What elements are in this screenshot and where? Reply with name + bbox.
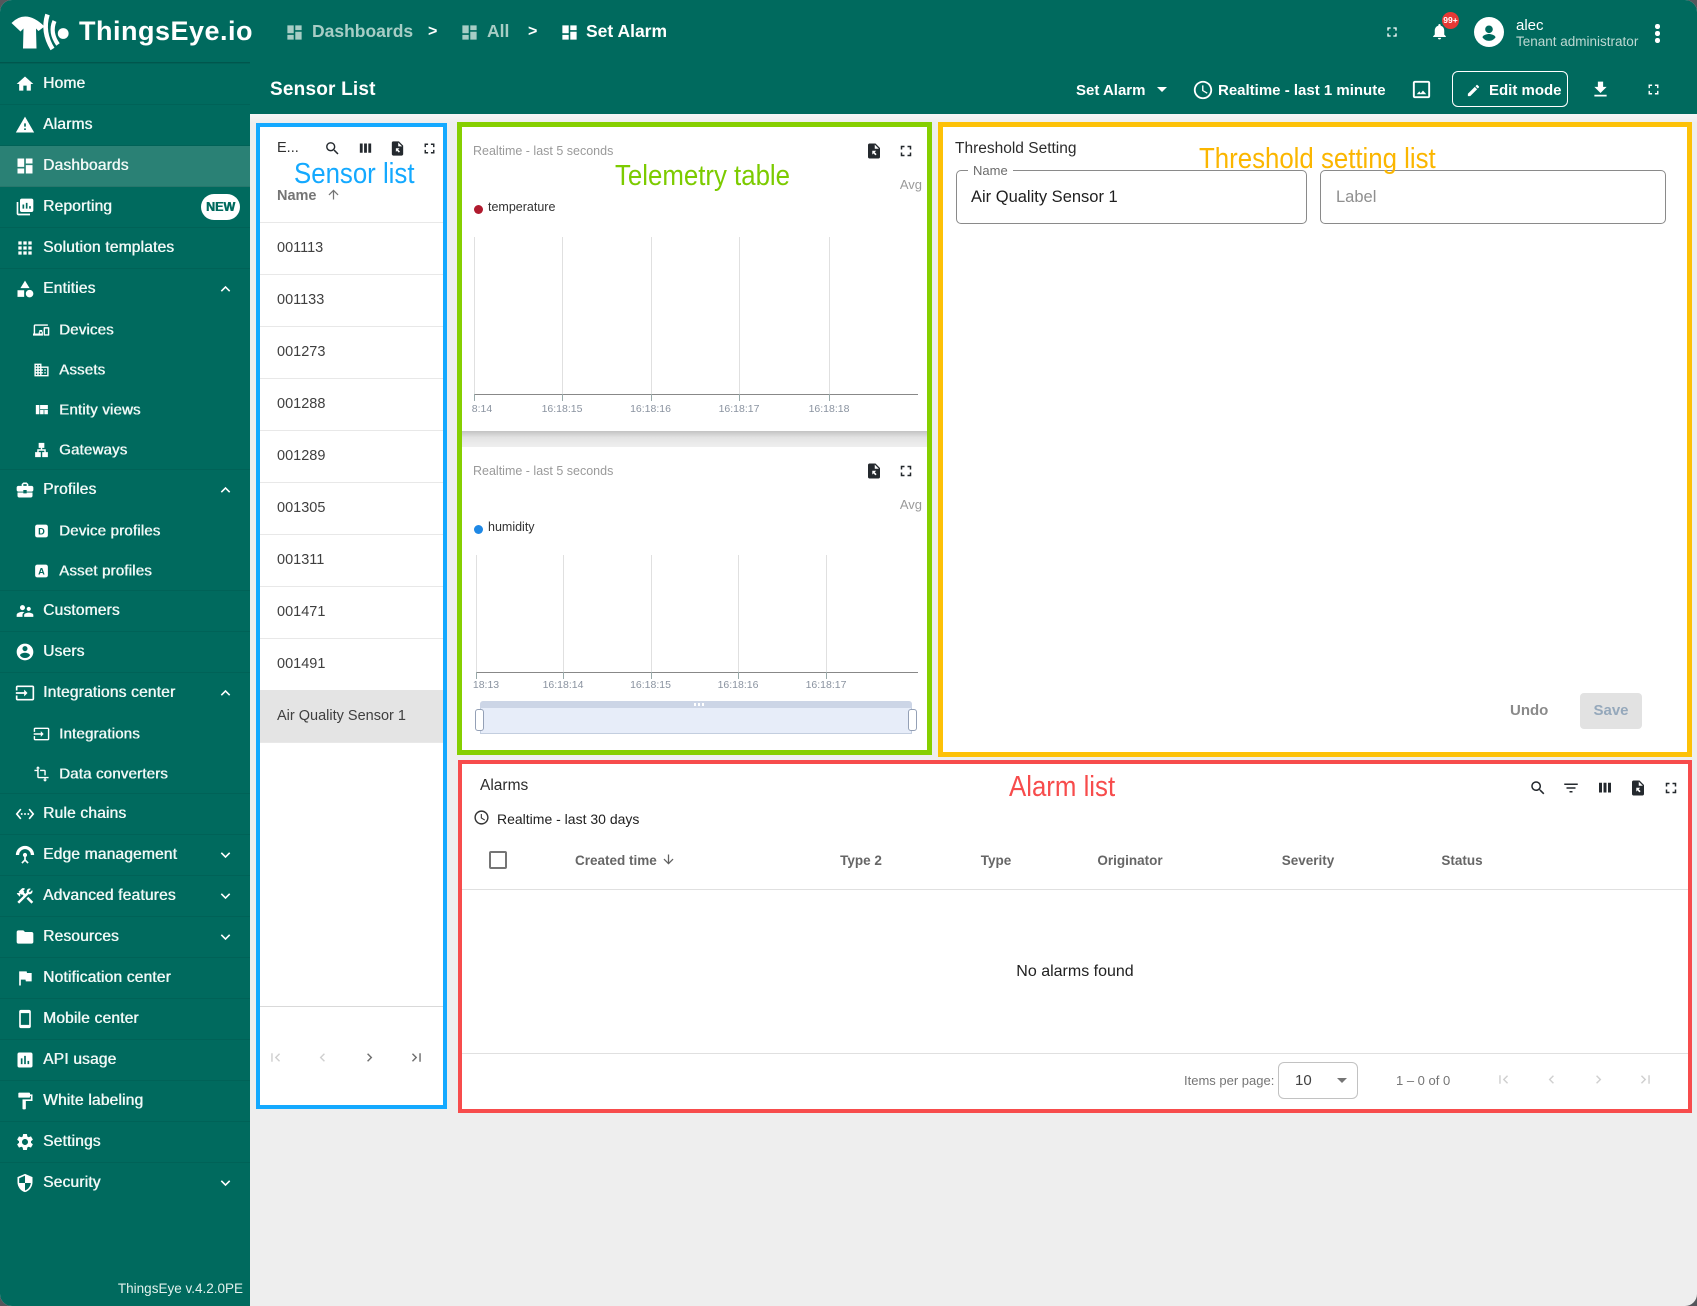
- svg-text:D: D: [38, 526, 45, 536]
- svg-text:A: A: [38, 566, 45, 576]
